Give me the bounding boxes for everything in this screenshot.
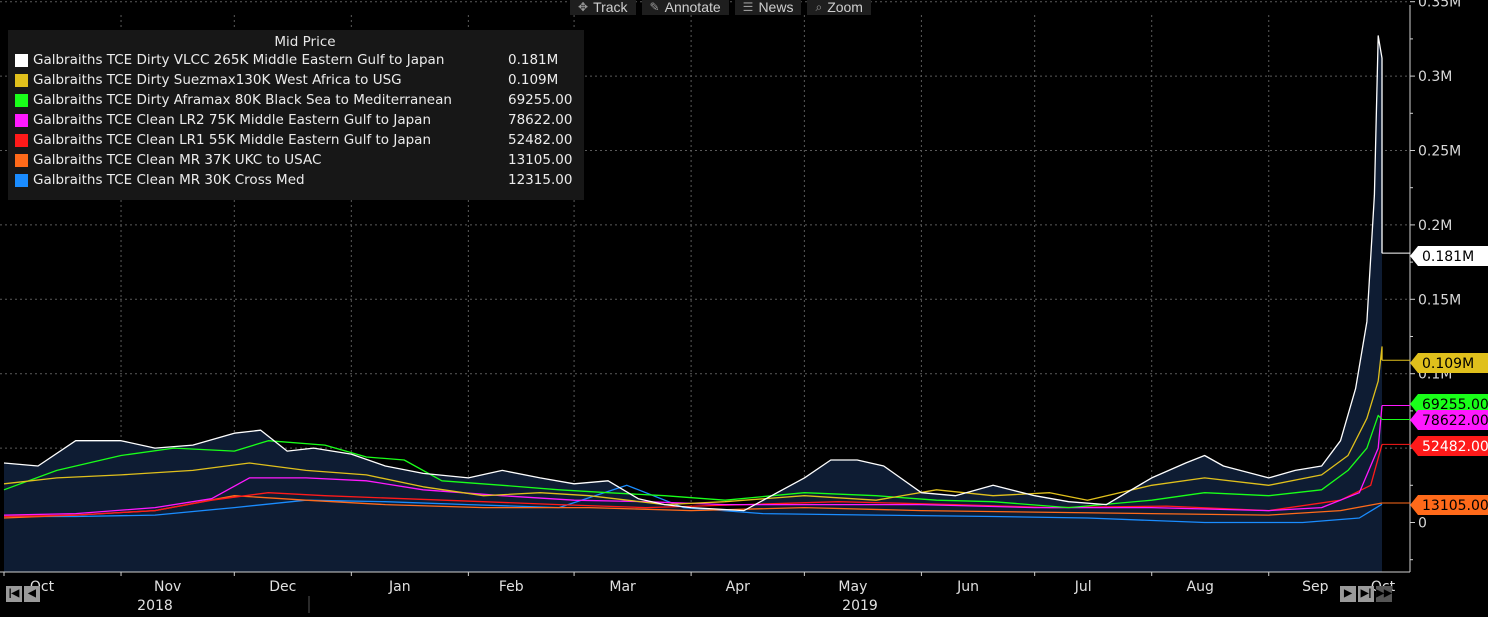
- x-tick-label: Apr: [726, 579, 750, 595]
- legend-last-value: 13105.00: [508, 152, 573, 168]
- legend-item: Galbraiths TCE Dirty Aframax 80K Black S…: [8, 90, 584, 110]
- zoom-label: Zoom: [827, 0, 863, 15]
- pencil-icon: ✎: [649, 0, 660, 14]
- value-tag-label: 0.109M: [1422, 356, 1474, 372]
- news-button[interactable]: ☰ News: [734, 0, 802, 15]
- scroll-back-button[interactable]: ◀: [24, 586, 40, 602]
- y-tick-label: 0.35M: [1418, 0, 1461, 11]
- x-tick-label: Sep: [1302, 579, 1329, 595]
- legend-item: Galbraiths TCE Clean MR 37K UKC to USAC 1…: [8, 150, 584, 170]
- y-tick-label: 0: [1418, 516, 1427, 532]
- legend-last-value: 69255.00: [508, 92, 573, 108]
- legend-last-value: 52482.00: [508, 132, 573, 148]
- news-label: News: [758, 0, 794, 15]
- legend-swatch: [15, 94, 28, 107]
- legend-series-name: Galbraiths TCE Dirty Aframax 80K Black S…: [33, 92, 452, 108]
- legend-series-name: Galbraiths TCE Dirty VLCC 265K Middle Ea…: [33, 52, 445, 68]
- legend-swatch: [15, 54, 28, 67]
- legend-swatch: [15, 74, 28, 87]
- legend-last-value: 78622.00: [508, 112, 573, 128]
- scroll-right-controls: ▶ ▶| ▶▶: [1340, 586, 1392, 602]
- track-label: Track: [593, 0, 628, 15]
- zoom-button[interactable]: ⌕ Zoom: [807, 0, 871, 15]
- legend-item: Galbraiths TCE Dirty VLCC 265K Middle Ea…: [8, 50, 584, 70]
- x-tick-label: Jan: [388, 579, 411, 595]
- legend-swatch: [15, 134, 28, 147]
- track-button[interactable]: ✥ Track: [570, 0, 636, 15]
- legend-item: Galbraiths TCE Clean MR 30K Cross Med 123…: [8, 170, 584, 190]
- scroll-forward-button[interactable]: ▶: [1340, 586, 1356, 602]
- legend-title: Mid Price: [274, 34, 336, 50]
- y-tick-label: 0.15M: [1418, 292, 1461, 308]
- scroll-start-button[interactable]: |◀: [6, 586, 22, 602]
- x-tick-label: Feb: [499, 579, 524, 595]
- y-tick-label: 0.3M: [1418, 69, 1452, 85]
- x-tick-label: Mar: [609, 579, 636, 595]
- legend-swatch: [15, 154, 28, 167]
- legend-item: Galbraiths TCE Dirty Suezmax130K West Af…: [8, 70, 584, 90]
- y-tick-label: 0.2M: [1418, 218, 1452, 234]
- x-tick-label: Aug: [1187, 579, 1214, 595]
- annotate-button[interactable]: ✎ Annotate: [641, 0, 729, 15]
- value-tag-label: 0.181M: [1422, 249, 1474, 265]
- legend-series-name: Galbraiths TCE Clean LR1 55K Middle East…: [33, 132, 431, 148]
- crosshair-icon: ✥: [578, 0, 589, 14]
- scroll-end-button[interactable]: ▶|: [1358, 586, 1374, 602]
- legend-rows: Galbraiths TCE Dirty VLCC 265K Middle Ea…: [8, 50, 584, 190]
- legend-series-name: Galbraiths TCE Clean MR 37K UKC to USAC: [33, 152, 322, 168]
- x-tick-label: Nov: [154, 579, 181, 595]
- legend-series-name: Galbraiths TCE Clean LR2 75K Middle East…: [33, 112, 431, 128]
- legend-item: Galbraiths TCE Clean LR1 55K Middle East…: [8, 130, 584, 150]
- legend-last-value: 0.109M: [508, 72, 559, 88]
- legend-swatch: [15, 114, 28, 127]
- value-tag-label: 13105.00: [1422, 498, 1488, 514]
- y-tick-label: 0.25M: [1418, 144, 1461, 160]
- scroll-left-controls: |◀ ◀: [6, 586, 40, 602]
- x-tick-label: Jul: [1074, 579, 1092, 595]
- annotate-label: Annotate: [664, 0, 721, 15]
- x-tick-label: Dec: [269, 579, 296, 595]
- magnifier-icon: ⌕: [815, 0, 823, 14]
- legend-last-value: 0.181M: [508, 52, 559, 68]
- x-tick-label: May: [838, 579, 867, 595]
- legend-last-value: 12315.00: [508, 172, 573, 188]
- value-tag-label: 78622.00: [1422, 413, 1488, 429]
- year-label: 2019: [842, 598, 878, 614]
- scroll-latest-button[interactable]: ▶▶: [1376, 586, 1392, 602]
- legend: Mid Price Galbraiths TCE Dirty VLCC 265K…: [8, 30, 584, 200]
- news-icon: ☰: [742, 0, 754, 14]
- legend-item: Galbraiths TCE Clean LR2 75K Middle East…: [8, 110, 584, 130]
- year-label: 2018: [137, 598, 173, 614]
- chart-toolbar: ✥ Track ✎ Annotate ☰ News ⌕ Zoom: [570, 0, 871, 17]
- legend-series-name: Galbraiths TCE Clean MR 30K Cross Med: [33, 172, 305, 188]
- legend-swatch: [15, 174, 28, 187]
- legend-series-name: Galbraiths TCE Dirty Suezmax130K West Af…: [33, 72, 402, 88]
- value-tag-label: 52482.00: [1422, 439, 1488, 455]
- x-tick-label: Jun: [956, 579, 979, 595]
